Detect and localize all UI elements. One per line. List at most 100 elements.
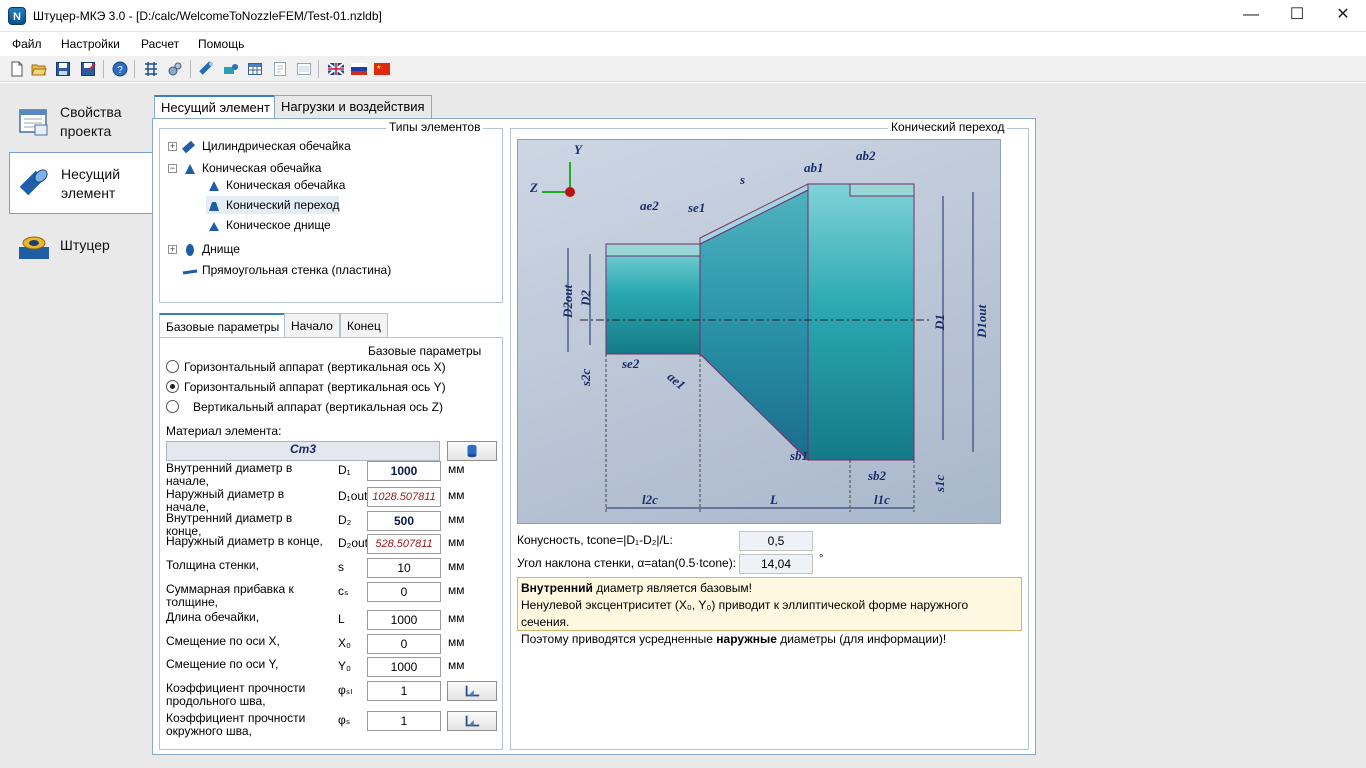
radio-label: Горизонтальный аппарат (вертикальная ось… [184,380,446,394]
tree-item-label: Цилиндрическая обечайка [202,139,351,153]
base-params-title: Базовые параметры [368,344,482,358]
tab-loads[interactable]: Нагрузки и воздействия [274,95,432,119]
expand-toggle[interactable]: + [168,142,177,151]
menu-help[interactable]: Помощь [198,37,244,51]
subtab-start[interactable]: Начало [284,313,340,337]
tree-item-head[interactable]: Днище [182,240,240,258]
axis-triad [542,162,571,193]
param-label: Наружный диаметр в конце, [166,534,323,548]
label-d1out: D1out [974,304,989,339]
sidebar-item-nozzle[interactable]: Штуцер [9,215,152,277]
label-d1: D1 [932,314,947,331]
material-db-button[interactable] [447,441,497,461]
radio-vertical-z[interactable]: Вертикальный аппарат (вертикальная ось Z… [166,398,443,416]
title-bar: N Штуцер-МКЭ 3.0 - [D:/calc/WelcomeToNoz… [0,0,1366,32]
toolbar-separator [318,60,319,78]
param-input[interactable]: 1000 [367,461,441,481]
cylinder-icon [182,140,195,154]
material-field[interactable]: Ст3 [166,441,440,461]
conicity-label: Конусность, tcone=|D₁-D₂|/L: [517,533,673,547]
radio-button[interactable] [166,400,179,413]
chinese-flag-icon[interactable]: ★ [374,61,390,77]
collapse-toggle[interactable]: − [168,164,177,173]
tab-carrying-element[interactable]: Несущий элемент [154,95,277,119]
param-label: Коэффициент прочности окружного шва, [166,711,306,738]
tree-item-conical-transition[interactable]: Конический переход [206,196,340,214]
small-cylinder-wall [605,243,701,257]
sidebar-label-line1: Штуцер [60,237,110,253]
conical-transition-diagram: Y Z D2out D2 D1 D1out ae2 se1 s ab1 ab2 … [517,139,1001,524]
close-button[interactable]: ✕ [1320,0,1366,30]
param-input[interactable]: 528.507811 [367,534,441,554]
radio-horizontal-y[interactable]: Горизонтальный аппарат (вертикальная ось… [166,378,446,396]
radio-button-checked[interactable] [166,380,179,393]
expand-toggle[interactable]: + [168,245,177,254]
svg-text:?: ? [117,65,123,76]
param-input[interactable]: 1000 [367,610,441,630]
export-icon[interactable] [296,61,312,77]
note-line2: Ненулевой эксцентриситет (X₀, Y₀) привод… [521,598,969,629]
param-input[interactable]: 500 [367,511,441,531]
menu-calculation[interactable]: Расчет [141,37,179,51]
radio-button[interactable] [166,360,179,373]
tree-item-rectangular-wall[interactable]: Прямоугольная стенка (пластина) [182,261,391,279]
minimize-button[interactable]: — [1228,0,1274,30]
param-unit: мм [448,559,465,573]
param-input[interactable]: 0 [367,582,441,602]
cylinder-shell-icon [19,169,48,196]
radio-horizontal-x[interactable]: Горизонтальный аппарат (вертикальная ось… [166,358,446,376]
tree-item-conical-shell-group[interactable]: Коническая обечайка [182,159,321,177]
conicity-value: 0,5 [739,531,813,551]
angle-unit: ° [819,553,824,565]
menu-file[interactable]: Файл [12,37,42,51]
save-as-icon[interactable] [80,61,96,77]
param-symbol: φₛₗ [338,683,353,697]
tree-item-cylindrical-shell[interactable]: Цилиндрическая обечайка [182,137,351,155]
open-folder-icon[interactable] [31,61,47,77]
radio-label: Горизонтальный аппарат (вертикальная ось… [184,360,446,374]
note-text: диаметры (для информации)! [776,632,947,646]
sidebar-item-project-properties[interactable]: Свойства проекта [9,91,152,153]
weld-coefficient-button[interactable] [447,711,497,731]
save-icon[interactable] [55,61,71,77]
table-icon[interactable] [247,61,263,77]
calculate-icon[interactable] [143,61,159,77]
tree-item-label: Днище [202,242,240,256]
pipe-icon[interactable] [199,61,215,77]
english-flag-icon[interactable] [328,61,344,77]
param-input[interactable]: 1 [367,711,441,731]
cone-icon [209,180,219,191]
param-input[interactable]: 10 [367,558,441,578]
group-title: Типы элементов [386,120,484,134]
weld-coefficient-button[interactable] [447,681,497,701]
angle-value: 14,04 [739,554,813,574]
tree-item-label: Коническая обечайка [226,178,346,192]
model-icon[interactable] [223,61,239,77]
settings-gears-icon[interactable] [167,61,183,77]
subtab-end[interactable]: Конец [340,313,388,337]
tree-item-conical-head[interactable]: Коническое днище [206,216,331,234]
param-input[interactable]: 1000 [367,657,441,677]
conical-transition-group: Конический переход Y Z D2out D2 D1 D1out… [510,120,1029,750]
label-d2out: D2out [560,284,575,319]
param-symbol: L [338,612,345,626]
sidebar-item-carrying-element[interactable]: Несущий элемент [9,152,152,214]
document-icon [19,109,48,136]
help-icon[interactable]: ? [112,61,128,77]
param-label: Суммарная прибавка к толщине, [166,582,294,609]
tree-item-conical-shell[interactable]: Коническая обечайка [206,176,345,194]
menu-settings[interactable]: Настройки [61,37,120,51]
maximize-button[interactable]: ☐ [1274,0,1320,30]
material-label: Материал элемента: [166,424,282,438]
param-unit: мм [448,535,465,549]
sidebar-label-line1: Свойства [60,104,122,120]
param-input[interactable]: 0 [367,634,441,654]
param-input[interactable]: 1028.507811 [367,487,441,507]
new-file-icon[interactable] [9,61,25,77]
report-icon[interactable] [272,61,288,77]
param-input[interactable]: 1 [367,681,441,701]
russian-flag-icon[interactable] [351,61,367,77]
subtab-base-params[interactable]: Базовые параметры [159,313,287,337]
info-note: Внутренний диаметр является базовым! Нен… [517,577,1022,646]
work-area: Свойства проекта Несущий элемент Штуцер Не… [0,83,1366,768]
